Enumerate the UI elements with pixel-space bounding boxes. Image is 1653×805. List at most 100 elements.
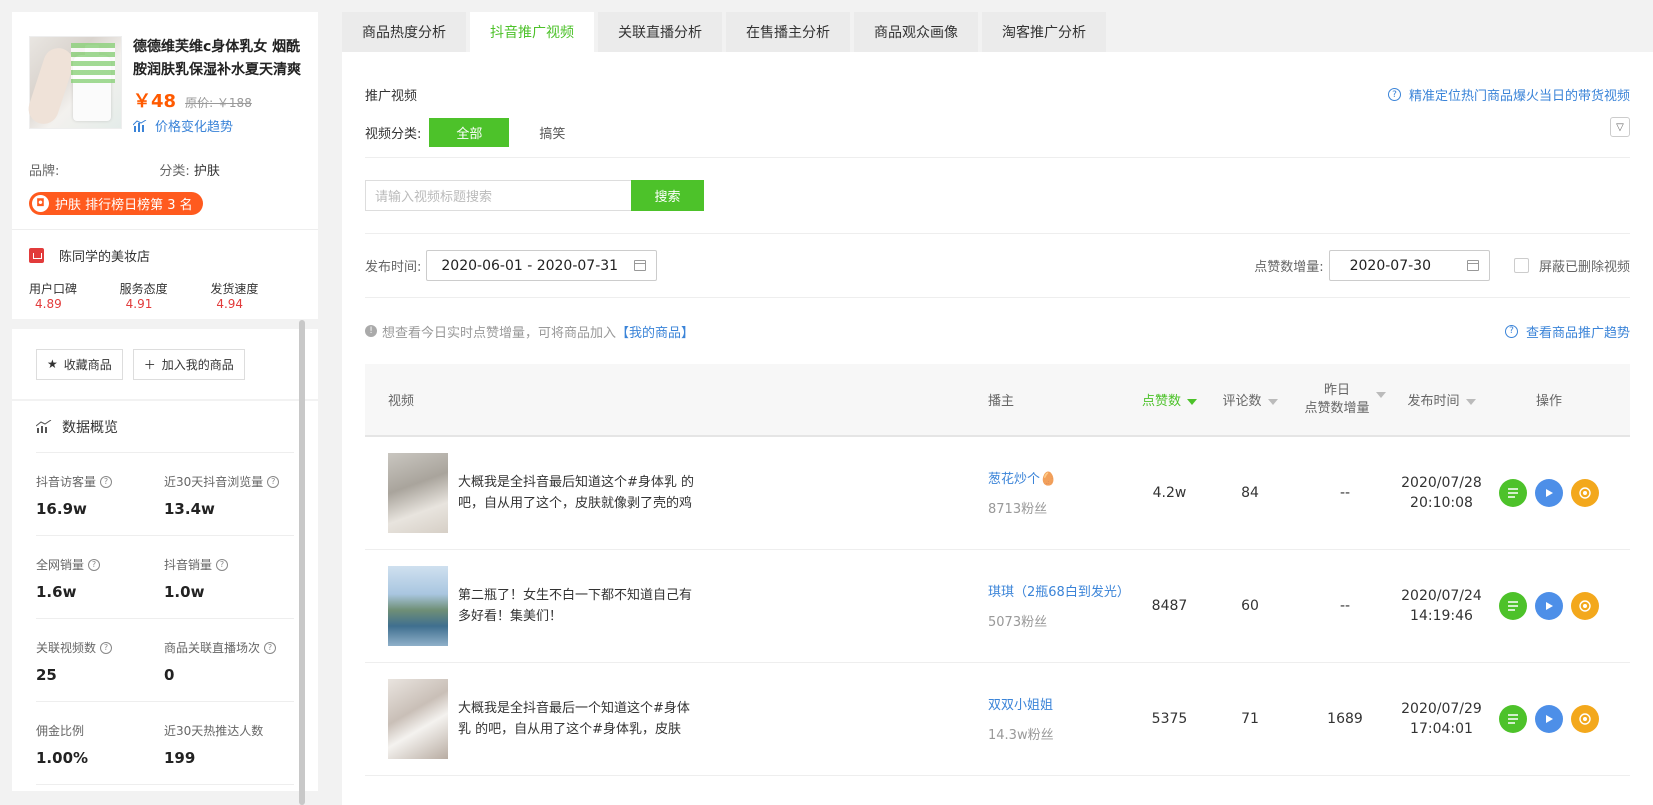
search-input[interactable]: 请输入视频标题搜索 [365, 180, 631, 211]
score-shipping: 发货速度4.94 [210, 280, 283, 311]
yesterday-value: -- [1339, 485, 1351, 501]
stat-value: 1.00% [36, 749, 89, 767]
shop-row[interactable]: 陈同学的美妆店 [29, 246, 301, 265]
price-trend-link[interactable]: 价格变化趋势 [133, 116, 301, 135]
search-row: 请输入视频标题搜索 搜索 [365, 158, 1630, 234]
search-button[interactable]: 搜索 [631, 180, 704, 211]
video-thumbnail[interactable] [388, 679, 448, 759]
detail-icon[interactable] [1499, 592, 1527, 620]
video-cell[interactable]: 大概我是全抖音最后知道这个#身体乳 的吧，自从用了这个，皮肤就像剥了壳的鸡蛋 [365, 453, 988, 533]
play-icon[interactable] [1535, 479, 1563, 507]
target-icon[interactable] [1571, 705, 1599, 733]
calendar-icon [634, 260, 647, 271]
video-cell[interactable]: 第二瓶了！女生不白一下都不知道自己有多好看！集美们！ [365, 566, 988, 646]
publish-time: 2020/07/29 17:04:01 [1400, 699, 1483, 739]
col-likes[interactable]: 点赞数 [1129, 390, 1210, 409]
image-leg [24, 44, 78, 128]
tab-hosts[interactable]: 在售播主分析 [726, 12, 850, 52]
product-image[interactable] [24, 36, 122, 129]
videos-panel: 推广视频 ? 精准定位热门商品爆火当日的带货视频 视频分类: 全部 搞笑 ▽ 请输… [342, 52, 1653, 805]
score-label: 用户口碑 [29, 282, 78, 296]
video-thumbnail[interactable] [388, 453, 448, 533]
likes-inc-date-text: 2020-07-30 [1349, 257, 1431, 274]
shop-name[interactable]: 陈同学的美妆店 [59, 246, 150, 265]
host-name[interactable]: 琪琪（2瓶68白到发光） [988, 583, 1130, 603]
score-service: 服务态度4.91 [120, 280, 193, 311]
detail-icon[interactable] [1499, 479, 1527, 507]
analysis-tabs: 商品热度分析 抖音推广视频 关联直播分析 在售播主分析 商品观众画像 淘客推广分… [342, 12, 1653, 52]
category-filter: 视频分类: 全部 搞笑 ▽ [365, 107, 1630, 158]
video-cell[interactable]: 大概我是全抖音最后一个知道这个#身体乳 的吧，自从用了这个#身体乳，皮肤 [365, 679, 988, 759]
detail-icon[interactable] [1499, 705, 1527, 733]
help-link[interactable]: ? 精准定位热门商品爆火当日的带货视频 [1387, 85, 1630, 104]
publish-time-label: 发布时间: [365, 260, 422, 275]
tab-related-lives[interactable]: 关联直播分析 [598, 12, 722, 52]
hide-deleted-checkbox[interactable] [1513, 258, 1529, 273]
help-icon[interactable]: ? [100, 475, 113, 488]
play-icon[interactable] [1535, 592, 1563, 620]
add-my-product-label: 加入我的商品 [161, 357, 234, 372]
publish-date: 2020/07/28 [1401, 475, 1482, 491]
help-icon[interactable]: ? [88, 558, 101, 571]
video-title[interactable]: 大概我是全抖音最后一个知道这个#身体乳 的吧，自从用了这个#身体乳，皮肤 [458, 698, 698, 740]
stat-douyin-sales: 抖音销量? 1.0w [164, 556, 292, 618]
yesterday-value: 1689 [1327, 711, 1363, 727]
col-yesterday-line2: 点赞数增量 [1304, 400, 1370, 416]
category-all[interactable]: 全部 [429, 117, 510, 147]
hide-deleted-label: 屏蔽已删除视频 [1538, 260, 1630, 275]
target-icon[interactable] [1571, 479, 1599, 507]
help-icon[interactable]: ? [216, 558, 229, 571]
help-icon[interactable]: ? [100, 641, 113, 654]
info-icon: ! [365, 325, 377, 337]
col-time-label: 发布时间 [1407, 394, 1460, 409]
col-yesterday[interactable]: 昨日 点赞数增量 [1290, 382, 1400, 418]
tab-douyin-videos[interactable]: 抖音推广视频 [470, 12, 594, 52]
tab-audience[interactable]: 商品观众画像 [854, 12, 978, 52]
promotion-trend-link[interactable]: ? 查看商品推广趋势 [1504, 322, 1630, 341]
row-actions [1483, 479, 1615, 507]
host-name[interactable]: 葱花炒个🥚 [988, 470, 1129, 490]
chevron-down-icon[interactable]: ▽ [1610, 117, 1630, 137]
rank-badge[interactable]: ◘ 护肤 排行榜日榜第 3 名 [29, 192, 203, 215]
sidebar-scrollbar[interactable] [299, 320, 305, 805]
shopping-bag-icon: ◘ [32, 195, 49, 212]
video-thumbnail[interactable] [388, 566, 448, 646]
col-time[interactable]: 发布时间 [1400, 390, 1483, 409]
tab-taoke[interactable]: 淘客推广分析 [982, 12, 1106, 52]
publish-date-range[interactable]: 2020-06-01 - 2020-07-31 [426, 250, 658, 281]
likes-value: 4.2w [1152, 485, 1187, 501]
likes-inc-date[interactable]: 2020-07-30 [1328, 250, 1490, 281]
product-card: 德德维芙维c身体乳女 烟酰胺润肤乳保湿补水夏天清爽 ￥48 原价: ￥188 价… [12, 12, 318, 319]
stat-value: 199 [164, 749, 196, 767]
col-comments[interactable]: 评论数 [1210, 390, 1290, 409]
sort-icon [1375, 391, 1386, 398]
play-icon[interactable] [1535, 705, 1563, 733]
add-my-product-button[interactable]: ＋ 加入我的商品 [132, 348, 245, 380]
host-cell: 葱花炒个🥚 8713粉丝 [988, 470, 1129, 517]
my-products-link[interactable]: 【我的商品】 [616, 322, 694, 341]
product-title[interactable]: 德德维芙维c身体乳女 烟酰胺润肤乳保湿补水夏天清爽 [133, 36, 301, 82]
product-actions: ★ 收藏商品 ＋ 加入我的商品 [12, 329, 318, 399]
stat-value: 16.9w [36, 500, 87, 518]
likes-value: 8487 [1151, 598, 1188, 614]
row-actions [1483, 592, 1615, 620]
video-title[interactable]: 大概我是全抖音最后知道这个#身体乳 的吧，自从用了这个，皮肤就像剥了壳的鸡蛋 [458, 472, 698, 514]
tab-product-heat[interactable]: 商品热度分析 [342, 12, 466, 52]
video-title[interactable]: 第二瓶了！女生不白一下都不知道自己有多好看！集美们！ [458, 585, 698, 627]
calendar-icon [1466, 260, 1479, 271]
target-icon[interactable] [1571, 592, 1599, 620]
help-icon[interactable]: ? [267, 475, 280, 488]
bar-chart-icon [133, 119, 147, 132]
category-funny[interactable]: 搞笑 [539, 123, 565, 142]
stat-value: 13.4w [164, 500, 215, 518]
table-header: 视频 播主 点赞数 评论数 昨日 点赞数增量 发布时间 操作 [365, 364, 1630, 437]
question-icon: ? [1387, 88, 1401, 101]
help-icon[interactable]: ? [264, 641, 277, 654]
original-price: 原价: ￥188 [185, 96, 252, 110]
comments-value: 71 [1241, 711, 1259, 727]
host-name[interactable]: 双双小姐姐 [988, 696, 1129, 716]
yesterday-value: -- [1339, 598, 1351, 614]
favorite-button[interactable]: ★ 收藏商品 [36, 348, 123, 380]
product-summary: 德德维芙维c身体乳女 烟酰胺润肤乳保湿补水夏天清爽 ￥48 原价: ￥188 价… [24, 36, 301, 135]
stat-label: 抖音销量? [164, 556, 292, 573]
